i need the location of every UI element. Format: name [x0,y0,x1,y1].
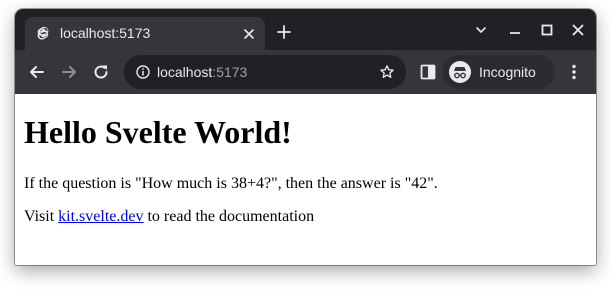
tab-active[interactable]: localhost:5173 [25,17,265,50]
browser-window: localhost:5173 localhost:5173 Incognito … [15,9,596,265]
docs-paragraph: Visit kit.svelte.dev to read the documen… [24,207,314,226]
docs-link[interactable]: kit.svelte.dev [58,208,143,225]
url-host: localhost [157,64,213,80]
svelte-logo-icon [37,26,49,40]
address-url: localhost:5173 [157,64,247,81]
tab-search-chevron-icon[interactable] [473,22,489,38]
maximize-icon[interactable] [539,22,555,38]
page-heading: Hello Svelte World! [24,114,292,150]
url-port: :5173 [212,64,248,80]
address-bar[interactable]: localhost:5173 [124,55,406,89]
incognito-icon [449,61,471,83]
answer-paragraph: If the question is "How much is 38+4?", … [24,175,438,192]
incognito-label: Incognito [479,64,536,80]
close-window-icon[interactable] [570,22,586,38]
browser-toolbar: localhost:5173 Incognito [15,50,596,94]
site-info-icon[interactable] [136,65,150,79]
side-panel-icon[interactable] [418,62,438,82]
reload-icon[interactable] [91,62,111,82]
tab-title: localhost:5173 [60,25,151,41]
back-arrow-icon[interactable] [27,62,47,82]
bookmark-star-icon[interactable] [379,64,395,80]
visit-suffix: to read the documentation [143,208,315,225]
page-content: Hello Svelte World! If the question is "… [15,94,596,265]
tab-strip: localhost:5173 [15,9,596,50]
forward-arrow-icon[interactable] [59,62,79,82]
minimize-icon[interactable] [507,22,523,38]
visit-prefix: Visit [24,208,59,225]
more-menu-icon[interactable] [564,62,584,82]
new-tab-plus-icon[interactable] [277,25,291,39]
incognito-profile-button[interactable]: Incognito [443,55,555,89]
close-icon[interactable] [241,26,257,42]
